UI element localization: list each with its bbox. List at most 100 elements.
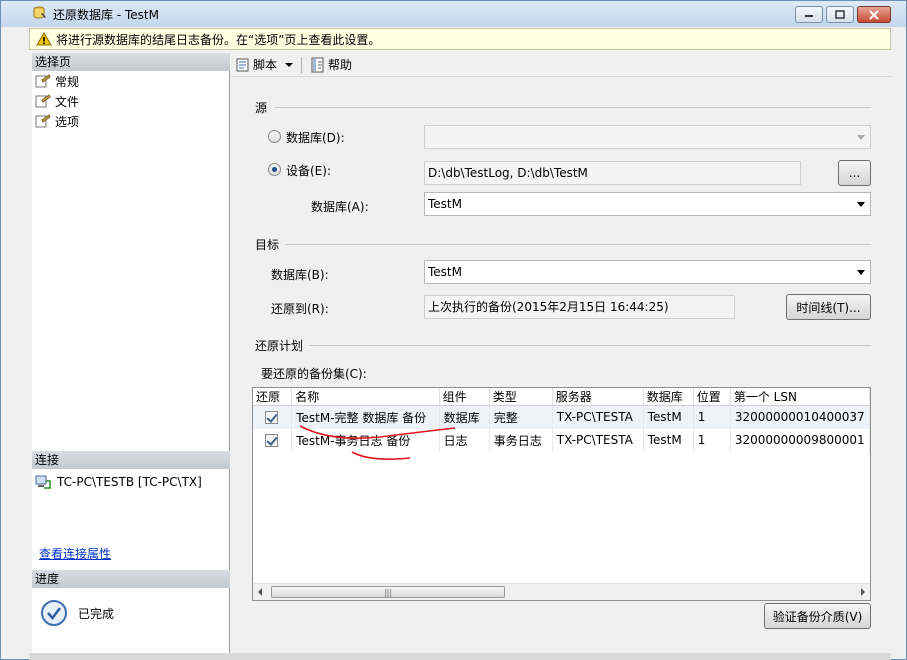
restore-database-window: 还原数据库 - TestM 将进行源数据库的结尾日志备份。在“选项”页上查看此设… <box>0 0 907 660</box>
database-cell: TestM <box>643 428 694 452</box>
column-header-position[interactable]: 位置 <box>693 388 731 406</box>
source-database-dropdown[interactable] <box>424 125 871 149</box>
column-header-type[interactable]: 类型 <box>489 388 553 406</box>
backup-sets-grid[interactable]: 还原 名称 组件 类型 服务器 数据库 位置 第一个 LSN TestM-完整 … <box>252 387 871 601</box>
select-page-header: 选择页 <box>32 53 230 71</box>
script-label: 脚本 <box>253 58 278 72</box>
restore-to-field[interactable]: 上次执行的备份(2015年2月15日 16:44:25) <box>424 295 735 319</box>
restore-checkbox[interactable] <box>265 411 278 425</box>
table-row[interactable]: TestM-完整 数据库 备份 数据库 完整 TX-PC\TESTA TestM… <box>253 405 870 429</box>
type-cell: 事务日志 <box>489 428 553 452</box>
backup-sets-label: 要还原的备份集(C): <box>261 367 367 381</box>
minimize-button[interactable] <box>795 6 823 23</box>
position-cell: 1 <box>693 428 731 452</box>
help-icon <box>311 57 324 72</box>
left-pane: 选择页 常规 文件 选项 连接 TC-PC\TESTB [TC-PC\TX] 查… <box>32 53 230 653</box>
script-icon <box>236 58 249 71</box>
page-icon <box>35 94 51 108</box>
database-restore-icon <box>33 6 46 19</box>
status-strip <box>29 653 891 660</box>
column-header-restore[interactable]: 还原 <box>253 388 293 406</box>
restore-to-label: 还原到(R): <box>271 302 329 316</box>
info-bar: 将进行源数据库的结尾日志备份。在“选项”页上查看此设置。 <box>29 28 891 50</box>
close-button[interactable] <box>857 6 891 23</box>
column-header-component[interactable]: 组件 <box>439 388 490 406</box>
toolbar-separator <box>301 56 303 73</box>
maximize-icon <box>835 10 845 19</box>
connection-value: TC-PC\TESTB [TC-PC\TX] <box>57 475 202 489</box>
help-button[interactable]: 帮助 <box>310 56 352 73</box>
script-button[interactable]: 脚本 <box>235 56 295 73</box>
nav-label-general: 常规 <box>55 74 80 89</box>
scroll-left-arrow-icon[interactable] <box>258 588 262 596</box>
source-database-select[interactable]: TestM <box>424 192 871 216</box>
page-icon <box>35 114 51 128</box>
completed-check-icon <box>41 600 67 626</box>
progress-header: 进度 <box>32 570 230 588</box>
column-header-server[interactable]: 服务器 <box>552 388 644 406</box>
chevron-down-icon <box>857 202 865 207</box>
restore-plan-group-title: 还原计划 <box>255 339 304 353</box>
progress-item: 已完成 <box>40 599 114 627</box>
database-radio[interactable] <box>268 130 281 143</box>
backup-sets-table: 还原 名称 组件 类型 服务器 数据库 位置 第一个 LSN TestM-完整 … <box>253 388 870 452</box>
progress-status: 已完成 <box>78 606 115 621</box>
nav-item-general[interactable]: 常规 <box>35 72 79 90</box>
connection-item: TC-PC\TESTB [TC-PC\TX] <box>35 475 202 489</box>
position-cell: 1 <box>693 405 731 429</box>
restore-cell <box>253 428 293 452</box>
view-connection-properties-link[interactable]: 查看连接属性 <box>39 545 111 562</box>
connection-header: 连接 <box>32 451 230 469</box>
target-divider <box>285 244 871 245</box>
target-database-value: TestM <box>428 265 462 279</box>
right-pane: 脚本 帮助 源 数据库(D): 设备(E): D:\db\TestLog, D:… <box>231 53 891 653</box>
help-label: 帮助 <box>328 58 353 72</box>
first-lsn-cell: 32000000009800001 <box>730 428 870 452</box>
minimize-icon <box>805 14 813 17</box>
warning-icon <box>36 32 52 46</box>
toolbar: 脚本 帮助 <box>231 53 891 77</box>
restore-checkbox[interactable] <box>265 434 278 447</box>
server-cell: TX-PC\TESTA <box>552 428 644 452</box>
scrollbar-thumb[interactable]: ||| <box>271 586 505 598</box>
chevron-down-icon[interactable] <box>283 60 295 70</box>
target-database-label: 数据库(B): <box>271 268 329 282</box>
database-cell: TestM <box>643 405 694 429</box>
restore-plan-divider <box>309 345 871 346</box>
target-group-title: 目标 <box>255 238 280 252</box>
device-radio[interactable] <box>268 163 281 176</box>
title-bar[interactable]: 还原数据库 - TestM <box>1 1 906 27</box>
type-cell: 完整 <box>489 405 553 429</box>
page-icon <box>35 74 51 88</box>
grid-header-row: 还原 名称 组件 类型 服务器 数据库 位置 第一个 LSN <box>253 388 870 406</box>
timeline-button[interactable]: 时间线(T)... <box>786 294 871 320</box>
nav-item-files[interactable]: 文件 <box>35 92 79 110</box>
column-header-first-lsn[interactable]: 第一个 LSN <box>730 388 870 406</box>
source-divider <box>275 107 871 108</box>
source-group-title: 源 <box>255 101 268 115</box>
close-icon <box>869 9 879 20</box>
component-cell: 日志 <box>439 428 490 452</box>
nav-label-options: 选项 <box>55 114 80 129</box>
name-cell: TestM-事务日志 备份 <box>291 428 440 452</box>
chevron-down-icon <box>857 135 865 140</box>
database-radio-label: 数据库(D): <box>286 131 345 145</box>
column-header-database[interactable]: 数据库 <box>643 388 694 406</box>
table-row[interactable]: TestM-事务日志 备份 日志 事务日志 TX-PC\TESTA TestM … <box>253 428 870 452</box>
target-database-select[interactable]: TestM <box>424 260 871 284</box>
scroll-right-arrow-icon[interactable] <box>861 588 865 596</box>
window-title: 还原数据库 - TestM <box>53 8 159 22</box>
nav-item-options[interactable]: 选项 <box>35 112 79 130</box>
device-path-field[interactable]: D:\db\TestLog, D:\db\TestM <box>424 161 801 185</box>
first-lsn-cell: 32000000010400037 <box>730 405 870 429</box>
horizontal-scrollbar[interactable]: ||| <box>253 583 870 600</box>
restore-cell <box>253 405 293 429</box>
name-cell: TestM-完整 数据库 备份 <box>291 405 440 429</box>
info-message: 将进行源数据库的结尾日志备份。在“选项”页上查看此设置。 <box>56 32 381 47</box>
browse-device-button[interactable]: ... <box>838 160 871 186</box>
verify-backup-media-button[interactable]: 验证备份介质(V) <box>764 603 871 629</box>
column-header-name[interactable]: 名称 <box>291 388 440 406</box>
server-cell: TX-PC\TESTA <box>552 405 644 429</box>
chevron-down-icon <box>857 270 865 275</box>
maximize-button[interactable] <box>826 6 854 23</box>
